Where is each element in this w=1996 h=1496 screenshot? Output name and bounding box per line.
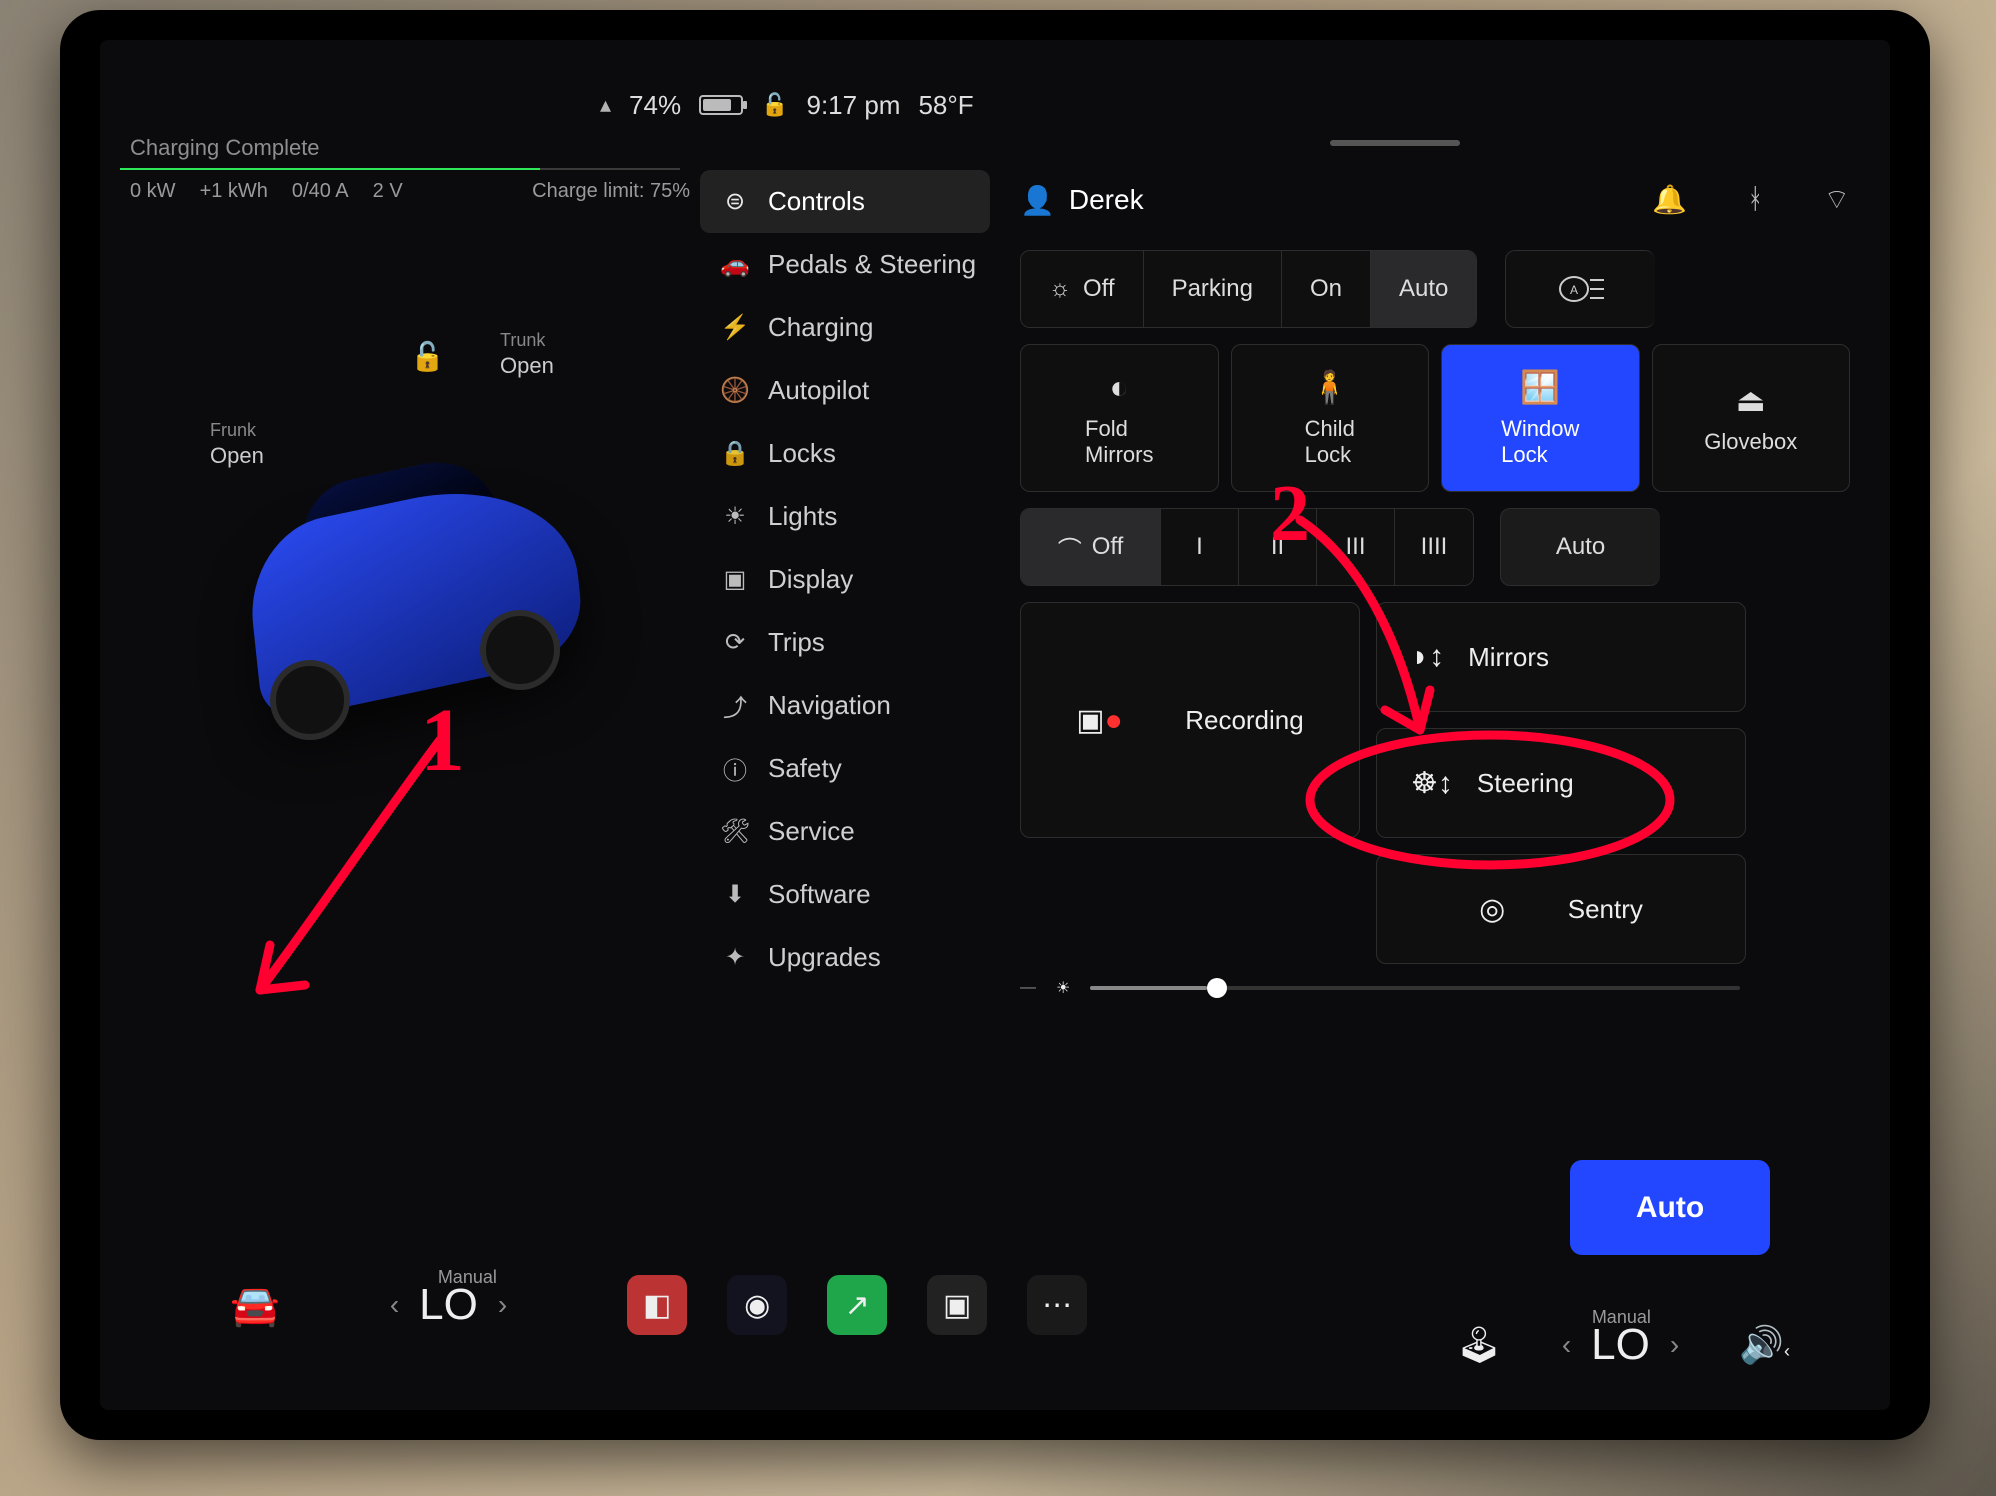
sidebar-icon: ☀	[720, 502, 750, 531]
sidebar-icon: 🚗	[720, 250, 750, 279]
sidebar-item-trips[interactable]: ⟳Trips	[700, 611, 990, 674]
sidebar-icon: ⤴	[720, 688, 750, 723]
volume-icon[interactable]: 🔊‹	[1739, 1324, 1790, 1366]
sidebar-icon: 🔒	[720, 439, 750, 468]
app-more[interactable]: ⋯	[1027, 1275, 1087, 1335]
temp: 58°F	[918, 90, 973, 121]
lock-icon[interactable]: 🔓	[761, 92, 788, 118]
sidebar-item-locks[interactable]: 🔒Locks	[700, 422, 990, 485]
sidebar-item-safety[interactable]: ⓘSafety	[700, 737, 990, 800]
app-1[interactable]: ◧	[627, 1275, 687, 1335]
charging-stats: 0 kW +1 kWh 0/40 A 2 V	[130, 180, 403, 203]
drawer-handle[interactable]	[1330, 140, 1460, 146]
tile-window-lock[interactable]: 🪟WindowLock	[1441, 344, 1640, 492]
sidebar-icon: ⓘ	[720, 751, 750, 786]
sidebar-item-upgrades[interactable]: ✦Upgrades	[700, 926, 990, 989]
lights-on[interactable]: On	[1282, 251, 1371, 327]
frunk-toggle[interactable]: FrunkOpen	[210, 420, 264, 469]
recording-tile[interactable]: ▣● Recording	[1020, 602, 1360, 838]
lights-mode-group: ☼OffParkingOnAuto	[1020, 250, 1477, 328]
wiper-2[interactable]: II	[1239, 509, 1317, 585]
tile-child-lock[interactable]: 🧍ChildLock	[1231, 344, 1430, 492]
steering-adjust[interactable]: ☸↕Steering	[1376, 728, 1746, 838]
climate-right[interactable]: ‹ Manual LO ›	[1562, 1320, 1679, 1370]
sidebar-icon: ⟳	[720, 628, 750, 657]
clock: 9:17 pm	[807, 90, 901, 121]
sidebar-icon: 🛠	[720, 817, 750, 846]
sentry-tile[interactable]: ◎ Sentry	[1376, 854, 1746, 964]
wiper-4[interactable]: IIII	[1395, 509, 1473, 585]
headlamp-button[interactable]: A	[1505, 250, 1655, 328]
svg-text:A: A	[1570, 283, 1578, 297]
app-3[interactable]: ↗	[827, 1275, 887, 1335]
sidebar-item-service[interactable]: 🛠Service	[700, 800, 990, 863]
sidebar-icon: ⬇	[720, 880, 750, 909]
wifi-icon[interactable]: ⌔	[1824, 183, 1850, 218]
sidebar-item-lights[interactable]: ☀Lights	[700, 485, 990, 548]
steering-icon: ☸↕	[1411, 766, 1453, 801]
sidebar-item-pedals-steering[interactable]: 🚗Pedals & Steering	[700, 233, 990, 296]
charge-progress[interactable]	[120, 168, 680, 170]
sidebar-item-autopilot[interactable]: 🛞Autopilot	[700, 359, 990, 422]
sidebar-item-software[interactable]: ⬇Software	[700, 863, 990, 926]
brightness-icon: ☼	[1049, 275, 1071, 303]
app-dashcam[interactable]: ▣	[927, 1275, 987, 1335]
bottom-dock: 🚘 ‹ Manual LO › ◧ ◉ ↗ ▣ ⋯ 🕹 ‹ Manual LO	[140, 1230, 1850, 1380]
brightness-icon: ☀	[1056, 978, 1070, 998]
sidebar-icon: ▣	[720, 565, 750, 594]
bluetooth-icon[interactable]: ᚼ	[1747, 183, 1764, 218]
status-bar: ▴ 74% 🔓 9:17 pm 58°F	[100, 80, 1890, 130]
tile-glovebox[interactable]: ⏏Glovebox	[1652, 344, 1851, 492]
bell-icon[interactable]: 🔔	[1652, 183, 1687, 218]
sidebar-icon: 🛞	[720, 376, 750, 405]
sidebar-item-controls[interactable]: ⊜Controls	[700, 170, 990, 233]
charge-limit[interactable]: Charge limit: 75%	[532, 180, 690, 203]
wiper-auto[interactable]: Auto	[1500, 508, 1660, 586]
app-camera[interactable]: ◉	[727, 1275, 787, 1335]
sidebar-item-navigation[interactable]: ⤴Navigation	[700, 674, 990, 737]
sentry-icon: ◎	[1479, 892, 1505, 927]
wiper-1[interactable]: I	[1161, 509, 1239, 585]
user-icon: 👤	[1020, 184, 1055, 217]
lights-auto[interactable]: Auto	[1371, 251, 1476, 327]
wiper-icon: ⌒	[1058, 530, 1082, 565]
wiper-group: ⌒Off I II III IIII	[1020, 508, 1474, 586]
climate-left[interactable]: ‹ Manual LO ›	[390, 1280, 507, 1330]
trunk-toggle[interactable]: TrunkOpen	[500, 330, 554, 379]
sidebar-icon: ⊜	[720, 187, 750, 216]
temp-down[interactable]: ‹	[390, 1289, 399, 1321]
charging-title: Charging Complete	[130, 135, 320, 161]
battery-arrow-icon: ▴	[600, 92, 611, 118]
user-profile[interactable]: 👤 Derek	[1020, 184, 1144, 217]
tile-fold-mirrors[interactable]: ◐FoldMirrors	[1020, 344, 1219, 492]
battery-pct: 74%	[629, 90, 681, 121]
wiper-off[interactable]: ⌒Off	[1021, 509, 1161, 585]
wiper-3[interactable]: III	[1317, 509, 1395, 585]
lights-parking[interactable]: Parking	[1144, 251, 1282, 327]
car-visual: 🔓 TrunkOpen FrunkOpen	[130, 240, 690, 1000]
brightness-slider[interactable]: — ☀	[1020, 978, 1740, 998]
mirror-icon: ◗↕	[1411, 640, 1444, 674]
mirrors-adjust[interactable]: ◗↕Mirrors	[1376, 602, 1746, 712]
battery-icon	[699, 95, 743, 115]
car-app-icon[interactable]: 🚘	[230, 1282, 280, 1329]
sidebar-item-display[interactable]: ▣Display	[700, 548, 990, 611]
sidebar-icon: ⚡	[720, 313, 750, 342]
temp-up[interactable]: ›	[498, 1289, 507, 1321]
arcade-icon[interactable]: 🕹	[1456, 1324, 1502, 1366]
unlock-icon[interactable]: 🔓	[410, 340, 445, 373]
lights-off[interactable]: ☼Off	[1021, 251, 1144, 327]
controls-panel: ☼OffParkingOnAuto A ◐FoldMirrors🧍ChildLo…	[1020, 250, 1850, 998]
sidebar-item-charging[interactable]: ⚡Charging	[700, 296, 990, 359]
settings-sidebar: ⊜Controls🚗Pedals & Steering⚡Charging🛞Aut…	[700, 170, 990, 1190]
sidebar-icon: ✦	[720, 943, 750, 972]
dashcam-icon: ▣●	[1076, 703, 1122, 738]
